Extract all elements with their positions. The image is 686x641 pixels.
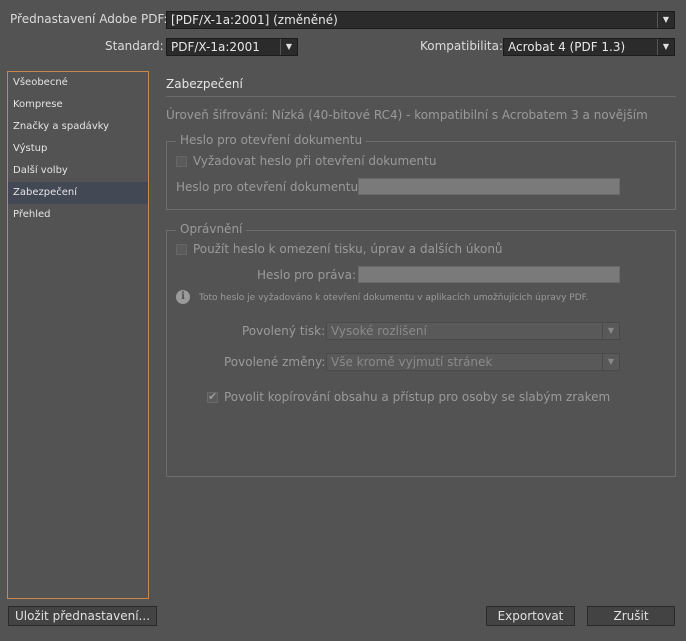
use-password-label: Použít heslo k omezení tisku, úprav a da… <box>193 242 503 256</box>
chevron-down-icon: ▼ <box>280 39 297 55</box>
print-dropdown[interactable]: Vysoké rozlišení ▼ <box>326 322 620 340</box>
print-label: Povolený tisk: <box>242 324 326 338</box>
changes-dropdown[interactable]: Vše kromě vyjmutí stránek ▼ <box>326 353 620 371</box>
rights-password-label: Heslo pro práva: <box>257 268 356 282</box>
open-password-group <box>166 141 676 210</box>
sidebar: Všeobecné Komprese Značky a spadávky Výs… <box>7 71 149 599</box>
sidebar-item-komprese[interactable]: Komprese <box>8 94 148 116</box>
title-divider <box>166 96 676 97</box>
use-password-checkbox[interactable] <box>176 244 187 255</box>
standard-dropdown[interactable]: PDF/X-1a:2001 ▼ <box>166 38 298 56</box>
preset-label: Přednastavení Adobe PDF: <box>10 12 168 26</box>
info-text: Toto heslo je vyžadováno k otevření doku… <box>199 293 589 303</box>
copy-checkbox[interactable]: ✔ <box>207 390 218 403</box>
encryption-level: Úroveň šifrování: Nízká (40-bitové RC4) … <box>166 108 648 122</box>
chevron-down-icon: ▼ <box>657 12 674 28</box>
preset-value: [PDF/X-1a:2001] (změněné) <box>171 13 338 27</box>
chevron-down-icon: ▼ <box>657 39 674 55</box>
save-preset-button[interactable]: Uložit přednastavení... <box>8 606 157 626</box>
compat-label: Kompatibilita: <box>420 39 504 53</box>
check-icon: ✔ <box>208 390 218 403</box>
compat-dropdown[interactable]: Acrobat 4 (PDF 1.3) ▼ <box>503 38 675 56</box>
changes-value: Vše kromě vyjmutí stránek <box>331 355 493 369</box>
sidebar-item-dalsi-volby[interactable]: Další volby <box>8 160 148 182</box>
open-password-label: Heslo pro otevření dokumentu: <box>176 180 363 194</box>
open-password-input[interactable] <box>358 178 620 195</box>
sidebar-item-znacky[interactable]: Značky a spadávky <box>8 116 148 138</box>
standard-value: PDF/X-1a:2001 <box>171 40 260 54</box>
standard-label: Standard: <box>105 39 164 53</box>
sidebar-item-vystup[interactable]: Výstup <box>8 138 148 160</box>
chevron-down-icon: ▼ <box>602 323 619 339</box>
page-title: Zabezpečení <box>166 77 243 91</box>
export-button[interactable]: Exportovat <box>486 606 575 626</box>
print-value: Vysoké rozlišení <box>331 324 427 338</box>
sidebar-item-zabezpeceni[interactable]: Zabezpečení <box>8 182 148 204</box>
copy-label: Povolit kopírování obsahu a přístup pro … <box>224 390 611 404</box>
open-password-group-title: Heslo pro otevření dokumentu <box>176 133 367 147</box>
chevron-down-icon: ▼ <box>602 354 619 370</box>
sidebar-item-vseobecne[interactable]: Všeobecné <box>8 72 148 94</box>
cancel-button[interactable]: Zrušit <box>587 606 675 626</box>
require-password-label: Vyžadovat heslo při otevření dokumentu <box>193 154 437 168</box>
rights-password-input[interactable] <box>358 266 620 283</box>
info-icon: i <box>176 290 190 304</box>
permissions-group-title: Oprávnění <box>176 222 247 236</box>
preset-dropdown[interactable]: [PDF/X-1a:2001] (změněné) ▼ <box>166 11 675 29</box>
sidebar-item-prehled[interactable]: Přehled <box>8 204 148 226</box>
changes-label: Povolené změny: <box>224 355 326 369</box>
require-password-checkbox[interactable] <box>176 156 187 167</box>
compat-value: Acrobat 4 (PDF 1.3) <box>508 40 626 54</box>
